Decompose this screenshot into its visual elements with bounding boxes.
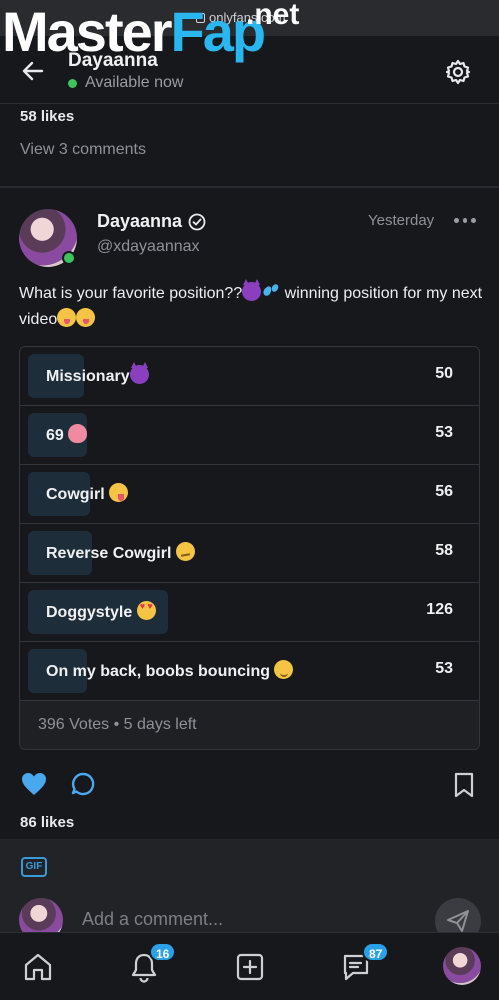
poll-summary: 396 Votes • 5 days left [38,716,197,734]
view-comments-link[interactable]: View 3 comments [20,141,146,159]
verified-icon [188,213,206,230]
poll-time-left: 5 days left [123,716,197,733]
poll-option-label: 69 [46,424,88,445]
poll-option-votes: 53 [435,660,453,677]
poll-option-label: On my back, boobs bouncing [46,660,294,681]
yum-face-emoji-icon [76,308,96,327]
smirking-face-emoji-icon [175,542,195,561]
like-button[interactable] [20,771,48,797]
post-time: Yesterday [368,212,435,229]
online-indicator [62,251,76,265]
comment-composer: GIF [0,839,499,944]
poll-option-text: Cowgirl [46,486,110,503]
poll-option-text: Reverse Cowgirl [46,545,176,562]
dot-icon [471,217,477,223]
watermark-suffix: .net [246,0,300,31]
watermark-left: Master [2,0,173,63]
poll-separator: • [109,716,124,733]
poll-option-text: Missionary [46,368,130,385]
poll-option-votes: 56 [435,483,453,500]
previous-post-likes: 58 likes [20,108,75,125]
availability-status: Available now [68,74,183,92]
notifications-badge: 16 [149,942,177,962]
comment-button[interactable] [70,771,96,797]
poll-option-votes: 50 [435,365,453,382]
nav-home[interactable] [22,951,54,983]
home-icon [24,953,52,981]
poll-footer: 396 Votes • 5 days left [20,701,479,749]
poll-option[interactable]: Reverse Cowgirl 58 [20,524,479,583]
author-handle[interactable]: @xdayaannax [97,238,200,256]
poll-option-label: Doggystyle [46,601,156,622]
plus-square-icon [236,953,264,981]
winking-face-emoji-icon [274,660,294,679]
nav-profile-avatar[interactable] [443,947,481,985]
peach-emoji-icon [68,424,88,443]
poll-option-votes: 58 [435,542,453,559]
zany-face-emoji-icon [109,483,129,502]
post-divider [0,186,499,188]
poll-total-votes: 396 Votes [38,716,110,733]
poll-option-text: Doggystyle [46,604,137,621]
post-text-part1: What is your favorite position?? [19,285,243,302]
bottom-navigation [0,932,499,1000]
settings-button[interactable] [444,58,472,86]
heart-icon [22,773,46,795]
likes-count[interactable]: 86 likes [20,814,74,831]
bookmark-button[interactable] [453,772,475,798]
poll-option[interactable]: Cowgirl 56 [20,465,479,524]
author-name-row[interactable]: Dayaanna [97,211,206,232]
poll-option-votes: 126 [426,601,453,618]
post-text: What is your favorite position?? winning… [19,279,489,333]
sweat-droplets-emoji-icon [261,282,280,301]
smiling-devil-emoji-icon [129,362,149,384]
heart-eyes-emoji-icon [136,601,156,620]
gif-button[interactable]: GIF [21,857,47,877]
availability-text: Available now [85,74,184,91]
dot-icon [454,217,459,223]
poll-option[interactable]: On my back, boobs bouncing 53 [20,642,479,701]
nav-new-post[interactable] [234,951,266,983]
poll: Missionary 50 69 53 Cowgirl 56 Reverse C… [19,346,480,750]
smiling-devil-emoji-icon [242,279,262,301]
yum-face-emoji-icon [57,308,77,327]
poll-option[interactable]: Doggystyle 126 [20,583,479,642]
dot-icon [462,217,468,223]
poll-option-text: 69 [46,427,69,444]
poll-option-label: Missionary [46,362,149,386]
poll-option-label: Reverse Cowgirl [46,542,195,563]
speech-bubble-icon [71,772,95,796]
poll-option[interactable]: 69 53 [20,406,479,465]
comment-input[interactable] [82,906,382,932]
online-dot-icon [68,78,77,88]
poll-option-label: Cowgirl [46,483,129,504]
author-name: Dayaanna [97,211,183,231]
gear-icon [445,59,471,85]
poll-option-text: On my back, boobs bouncing [46,663,275,680]
poll-option-votes: 53 [435,424,453,441]
more-options-button[interactable] [454,213,477,227]
watermark-logo: MasterFap [2,4,266,60]
poll-option[interactable]: Missionary 50 [20,347,479,406]
bookmark-icon [454,772,474,798]
messages-badge: 87 [362,942,390,962]
